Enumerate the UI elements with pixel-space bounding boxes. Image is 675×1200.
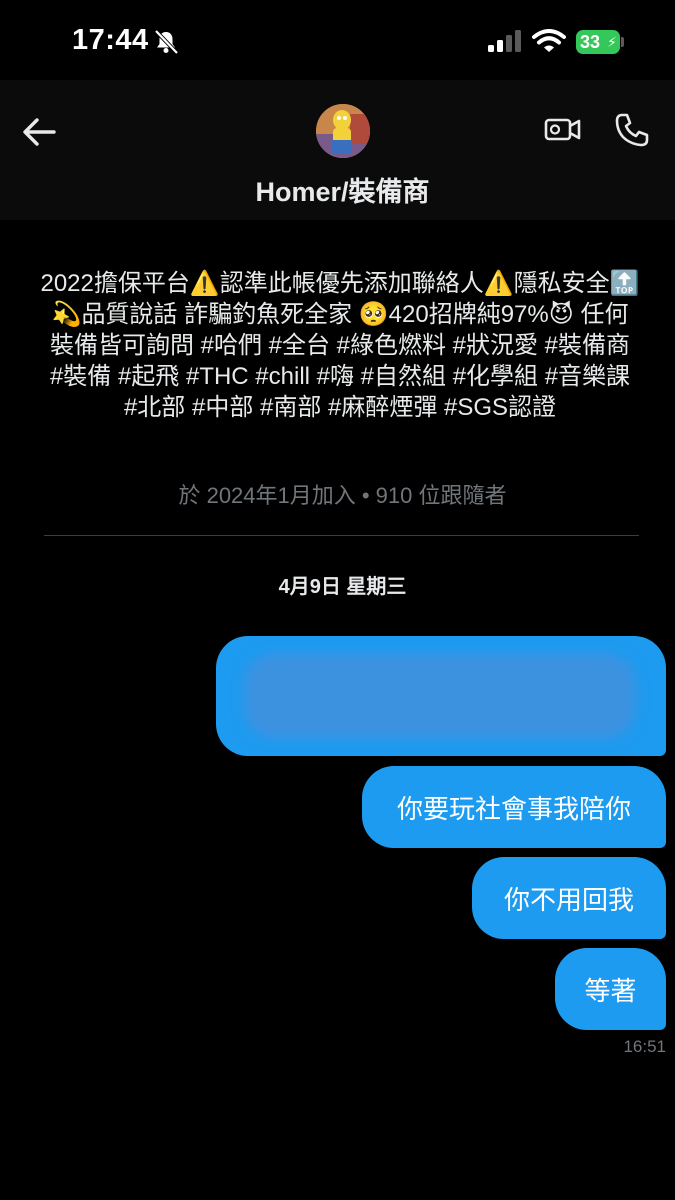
- message-text: 等著: [584, 975, 637, 1006]
- conversation-header: Homer/裝備商: [0, 80, 675, 220]
- bolt-icon: ⚡: [607, 34, 617, 50]
- bio-text: 2022擔保平台: [40, 270, 190, 297]
- battery-charging-icon: 33 ⚡: [576, 30, 620, 54]
- bio-text: 品質說話 詐騙釣魚死全家: [81, 301, 359, 328]
- video-call-icon[interactable]: [544, 114, 582, 144]
- top-arrow-icon: 🔝: [609, 269, 640, 297]
- warning-icon: ⚠️: [483, 269, 514, 297]
- bio-text: 認準此帳優先添加聯絡人: [219, 270, 484, 297]
- bio-text: 隱私安全: [513, 270, 610, 297]
- contact-name[interactable]: Homer/裝備商: [0, 170, 675, 209]
- message-text: 你要玩社會事我陪你: [396, 793, 631, 824]
- warning-icon: ⚠️: [189, 269, 220, 297]
- message-text: 你不用回我: [503, 884, 634, 915]
- pleading-face-icon: 🥺: [358, 300, 389, 328]
- message-bubble-redacted[interactable]: [216, 636, 666, 756]
- bio-text: 420招牌純97%: [388, 301, 549, 328]
- message-bubble[interactable]: 等著: [555, 948, 666, 1030]
- wifi-icon: [532, 29, 566, 52]
- dizzy-icon: 💫: [51, 300, 82, 328]
- phone-call-icon[interactable]: [614, 112, 650, 148]
- date-separator: 4月9日 星期三: [278, 576, 407, 598]
- profile-meta: 於 2024年1月加入 • 910 位跟隨者: [178, 483, 507, 508]
- avatar-image: [316, 104, 370, 158]
- battery-cap: [621, 37, 624, 47]
- divider: [44, 535, 639, 536]
- redaction-blur: [244, 654, 636, 738]
- back-arrow-icon[interactable]: [20, 114, 60, 150]
- avatar[interactable]: [316, 104, 370, 158]
- profile-bio: 2022擔保平台⚠️認準此帳優先添加聯絡人⚠️隱私安全🔝 💫品質說話 詐騙釣魚死…: [40, 268, 640, 423]
- status-time: 17:44: [72, 24, 149, 56]
- battery-level: 33: [580, 32, 601, 52]
- devil-face-icon: 😈: [548, 300, 574, 328]
- message-bubble[interactable]: 你要玩社會事我陪你: [362, 766, 666, 848]
- bell-slash-icon: [154, 29, 179, 55]
- signal-icon: [488, 30, 521, 52]
- message-timestamp: 16:51: [623, 1037, 666, 1056]
- status-bar: 17:44 33 ⚡: [0, 0, 675, 80]
- message-bubble[interactable]: 你不用回我: [472, 857, 666, 939]
